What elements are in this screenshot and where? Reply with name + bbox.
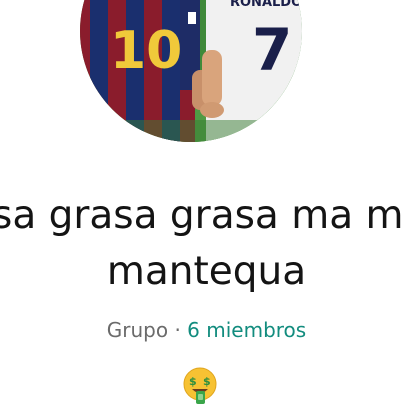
group-avatar-image: 10 RONALDO 7 xyxy=(80,0,302,142)
members-count-link[interactable]: 6 miembros xyxy=(187,318,306,342)
group-description[interactable]: $ $ 🤑 xyxy=(183,367,217,405)
group-meta: Grupo · 6 miembros xyxy=(0,316,413,344)
svg-text:$: $ xyxy=(189,375,197,388)
svg-text:$: $ xyxy=(203,375,211,388)
group-avatar[interactable]: 10 RONALDO 7 xyxy=(80,0,302,142)
money-mouth-face-icon: $ $ xyxy=(183,367,217,404)
jersey-left-number: 10 xyxy=(110,21,182,81)
meta-separator: · xyxy=(174,318,181,342)
group-name[interactable]: sa grasa grasa ma m mantequa xyxy=(0,190,413,310)
group-info-screen: 10 RONALDO 7 sa grasa grasa ma m mantequ… xyxy=(0,0,413,413)
group-type-label: Grupo xyxy=(106,318,169,342)
group-name-line-1: sa grasa grasa ma m xyxy=(0,193,404,238)
jersey-right-number: 7 xyxy=(252,16,292,84)
jersey-right-name: RONALDO xyxy=(230,0,302,10)
group-name-line-2: mantequa xyxy=(106,249,307,294)
